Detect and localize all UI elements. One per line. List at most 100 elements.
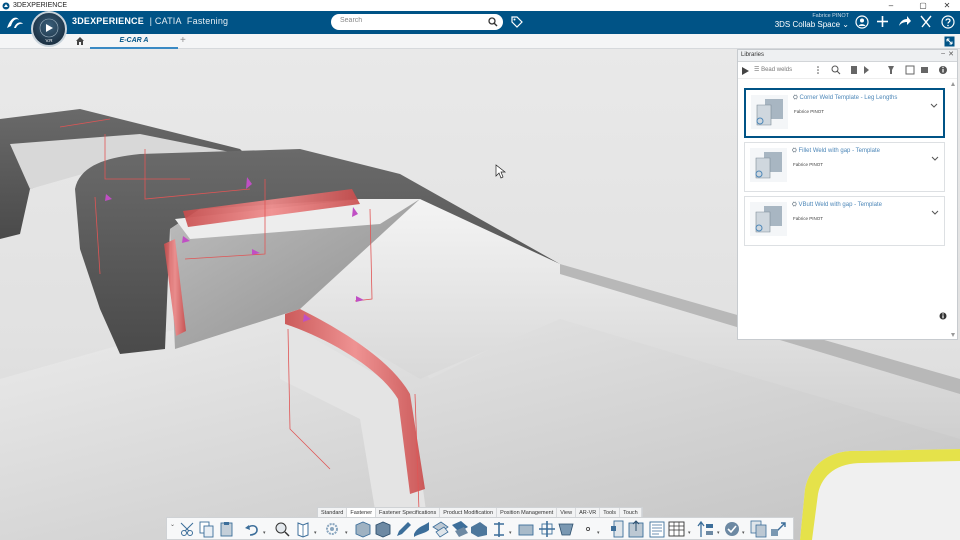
search-box[interactable]: [331, 14, 503, 30]
bead-weld-icon: [452, 521, 468, 537]
tab-product-modification[interactable]: Product Modification: [440, 508, 498, 517]
libraries-title-bar: Libraries – ✕: [738, 50, 957, 62]
libraries-toolbar: ☰ Bead welds: [738, 62, 957, 79]
book-icon: [297, 522, 309, 538]
panel-scrollbar[interactable]: [950, 80, 956, 339]
svg-text:▾: ▾: [314, 530, 317, 536]
tab-e-car-a[interactable]: E-CAR A: [90, 34, 178, 49]
tab-view[interactable]: View: [557, 508, 577, 517]
tab-position-management[interactable]: Position Management: [497, 508, 558, 517]
library-item-title-text: Corner Weld Template - Leg Lengths: [799, 95, 898, 101]
libraries-title: Libraries: [741, 52, 765, 58]
svg-text:▾: ▾: [717, 530, 720, 536]
tag-icon[interactable]: [510, 15, 523, 28]
surface-icon: [414, 522, 429, 537]
template-icon: ⛭: [792, 202, 797, 208]
copy-icon: [199, 521, 214, 538]
action-bar-tabs: Standard Fastener Fastener Specification…: [317, 507, 643, 517]
collab-space-label: 3DS Collab Space: [774, 20, 841, 29]
tab-ar-vr[interactable]: AR-VR: [576, 508, 601, 517]
svg-text:▾: ▾: [509, 530, 512, 536]
library-item-title: ⛭ Fillet Weld with gap - Template: [792, 148, 880, 155]
library-item-title: ⛭ VButt Weld with gap - Template: [792, 202, 882, 209]
compass-widget[interactable]: V.R: [31, 11, 67, 47]
fastener-group-icon: [518, 524, 534, 536]
brand-title: 3DEXPERIENCE | CATIA Fastening: [72, 16, 228, 26]
add-tab-button[interactable]: +: [180, 35, 186, 46]
compare-icon: [750, 520, 767, 538]
user-area[interactable]: Fabrice PINOT 3DS Collab Space ⌄: [772, 13, 849, 29]
library-item-title-text: VButt Weld with gap - Template: [798, 202, 882, 208]
compass-icon: V.R: [39, 18, 59, 43]
tab-standard[interactable]: Standard: [318, 508, 348, 517]
library-item-owner: Fabrice PINOT: [793, 216, 824, 221]
brand-app: | CATIA: [149, 16, 182, 26]
search-icon[interactable]: [488, 17, 498, 27]
minimize-button[interactable]: –: [880, 0, 902, 11]
library-item-title: ⛭ Corner Weld Template - Leg Lengths: [793, 95, 897, 102]
fastener-split-icon: [539, 521, 555, 537]
brand-3d: 3D: [72, 16, 84, 26]
brand-module: Fastening: [186, 16, 229, 26]
library-icon: [851, 66, 857, 74]
svg-text:▾: ▾: [688, 530, 691, 536]
fastener-icon: [494, 522, 504, 537]
library-item-vbutt-weld[interactable]: ⛭ VButt Weld with gap - Template Fabrice…: [744, 196, 945, 246]
fastener-project-icon: [558, 523, 574, 536]
chevron-down-icon[interactable]: [930, 103, 938, 108]
table-sync-icon: [611, 520, 624, 538]
chevron-down-icon[interactable]: [931, 210, 939, 215]
undo-icon: [245, 524, 258, 536]
tab-touch[interactable]: Touch: [620, 508, 642, 517]
assembly-icon: [375, 521, 391, 538]
app-header: 3DEXPERIENCE | CATIA Fastening Fabrice P…: [0, 11, 960, 34]
template-icon: ⛭: [793, 95, 798, 101]
svg-text:▾: ▾: [597, 530, 600, 536]
add-icon[interactable]: [876, 15, 889, 28]
os-title-bar: 3DEXPERIENCE – ▢ ✕: [0, 0, 960, 11]
info-icon[interactable]: [939, 312, 947, 320]
user-name: Fabrice PINOT: [812, 13, 849, 19]
library-item-fillet-weld[interactable]: ⛭ Fillet Weld with gap - Template Fabric…: [744, 142, 945, 192]
report-icon: [649, 521, 665, 538]
pencil-icon: [397, 522, 411, 536]
expand-chevron-icon: ⌄: [170, 521, 175, 528]
home-icon[interactable]: [75, 36, 85, 46]
product-icon: [355, 521, 371, 538]
user-icon[interactable]: [855, 15, 869, 29]
share-icon[interactable]: [898, 15, 912, 28]
panel-minimize-icon[interactable]: –: [941, 50, 945, 57]
tab-fastener-specifications[interactable]: Fastener Specifications: [376, 508, 441, 517]
library-item-title-text: Fillet Weld with gap - Template: [798, 148, 880, 154]
point-icon: [585, 526, 591, 532]
maximize-button[interactable]: ▢: [912, 0, 934, 11]
3dexperience-app-icon: [2, 2, 10, 9]
adhesive-icon: [471, 522, 487, 537]
chevron-down-icon: ⌄: [842, 20, 849, 29]
collab-space-selector[interactable]: 3DS Collab Space ⌄: [772, 20, 849, 29]
library-item-owner: Fabrice PINOT: [794, 109, 825, 114]
spot-weld-icon: [432, 521, 449, 538]
panel-close-icon[interactable]: ✕: [948, 50, 954, 58]
weld-template-thumbnail-icon: [750, 202, 787, 236]
close-window-button[interactable]: ✕: [936, 0, 958, 11]
tab-tools[interactable]: Tools: [600, 508, 621, 517]
action-bar-commands[interactable]: ⌄ ▾ ▾ ▾ ▾ ▾ ▾ ▾ ▾: [167, 518, 795, 540]
tools-icon[interactable]: [919, 15, 933, 28]
dassault-systemes-logo-icon[interactable]: [5, 14, 25, 31]
library-tools[interactable]: [738, 62, 957, 79]
svg-text:▾: ▾: [345, 530, 348, 536]
library-item-corner-weld[interactable]: ⛭ Corner Weld Template - Leg Lengths Fab…: [744, 88, 945, 138]
info-icon: [939, 66, 947, 74]
search-input[interactable]: [340, 17, 480, 24]
svg-text:▾: ▾: [742, 530, 745, 536]
chevron-down-icon[interactable]: [931, 156, 939, 161]
brand-experience: EXPERIENCE: [83, 16, 144, 26]
zoom-fit-icon: [275, 522, 290, 537]
cut-icon: [180, 522, 194, 536]
help-icon[interactable]: [941, 15, 955, 29]
template-icon: ⛭: [792, 148, 797, 154]
table-icon: [668, 521, 685, 537]
fullscreen-icon[interactable]: [944, 36, 955, 47]
tab-fastener[interactable]: Fastener: [347, 508, 377, 517]
